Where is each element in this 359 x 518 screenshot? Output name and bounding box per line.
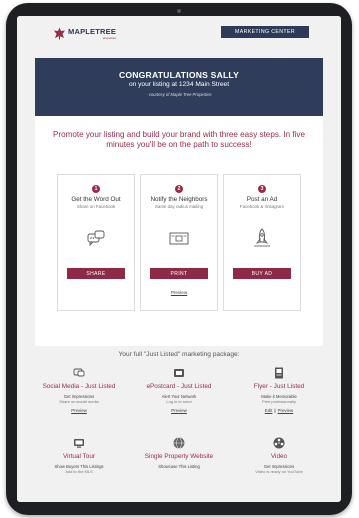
step-subtitle: Same day radius mailing <box>154 204 204 209</box>
envelope-card-icon <box>172 366 186 380</box>
hero-subtitle: on your listing at 1234 Main Street <box>128 81 230 88</box>
package-item-detail: Print professionally <box>262 399 296 404</box>
monitor-icon <box>72 436 86 450</box>
buy-ad-button[interactable]: BUY AD <box>233 268 291 279</box>
preview-link[interactable]: Preview <box>171 408 187 413</box>
globe-icon <box>172 436 186 450</box>
step-subtitle: Share on Facebook <box>76 204 116 209</box>
package-item-title: Video <box>270 453 288 460</box>
brand-logo[interactable]: MAPLETREE properties <box>53 27 116 40</box>
logo-text: MAPLETREE <box>68 27 117 36</box>
step-number: 2 <box>175 185 183 193</box>
preview-link[interactable]: Preview <box>278 408 294 413</box>
package-item-tagline: Showcase This Listing <box>158 464 200 469</box>
preview-link[interactable]: Preview <box>71 408 87 413</box>
preview-link[interactable]: Preview <box>141 290 217 295</box>
package-title: Your full "Just Listed" marketing packag… <box>118 351 240 358</box>
package-item-flyer[interactable]: Flyer - Just Listed Make it Memorable Pr… <box>229 366 329 413</box>
package-item-title: Flyer - Just Listed <box>253 383 305 390</box>
rocket-icon <box>251 227 273 249</box>
film-reel-icon <box>272 436 286 450</box>
print-button[interactable]: PRINT <box>150 268 208 279</box>
link-separator: | <box>274 408 276 413</box>
step-subtitle: Facebook & Instagram <box>239 204 285 209</box>
hero-credit: - courtesy of Maple Tree Properties <box>146 92 212 97</box>
marketing-center-button[interactable]: MARKETING CENTER <box>221 26 309 38</box>
package-item-title: Social Media - Just Listed <box>42 383 116 390</box>
package-item-website[interactable]: Single Property Website Showcase This Li… <box>129 436 229 469</box>
postcard-icon <box>168 227 190 249</box>
hero-title: CONGRATULATIONS SALLY <box>118 70 240 80</box>
share-button[interactable]: SHARE <box>67 268 125 279</box>
chat-icon <box>72 366 86 380</box>
package-item-title: Virtual Tour <box>62 453 96 460</box>
step-number: 3 <box>258 185 266 193</box>
step-number: 1 <box>92 185 100 193</box>
package-item-title: Single Property Website <box>144 453 214 460</box>
email-preview: MAPLETREE properties MARKETING CENTER CO… <box>17 16 341 502</box>
step-title: Post an Ad <box>246 196 278 203</box>
step-card-print: 2 Notify the Neighbors Same day radius m… <box>140 174 218 311</box>
package-item-epostcard[interactable]: ePostcard - Just Listed Alert Your Netwo… <box>129 366 229 413</box>
package-item-detail: Log in to send <box>166 399 192 404</box>
package-item-title: ePostcard - Just Listed <box>146 383 212 390</box>
chat-bubbles-icon <box>85 227 107 249</box>
flyer-icon <box>272 366 286 380</box>
package-item-video[interactable]: Video Get Impressions Video is ready on … <box>229 436 329 474</box>
package-item-detail: Video is ready on YouTube <box>255 469 303 474</box>
tablet-frame: MAPLETREE properties MARKETING CENTER CO… <box>6 3 352 515</box>
step-title: Get the Word Out <box>71 196 121 203</box>
step-title: Notify the Neighbors <box>150 196 208 203</box>
step-card-ad: 3 Post an Ad Facebook & Instagram BUY AD <box>223 174 301 311</box>
edit-link[interactable]: Edit <box>265 408 273 413</box>
hero-banner: CONGRATULATIONS SALLY on your listing at… <box>35 58 323 116</box>
logo-subtext: properties <box>102 36 117 40</box>
step-card-share: 1 Get the Word Out Share on Facebook SHA… <box>57 174 135 311</box>
promo-text: Promote your listing and build your bran… <box>53 130 305 149</box>
package-item-detail: Share on social media <box>59 399 99 404</box>
steps-row: 1 Get the Word Out Share on Facebook SHA… <box>57 174 301 311</box>
content-panel: Promote your listing and build your bran… <box>35 116 323 346</box>
package-item-detail: Add to the MLS <box>65 469 93 474</box>
package-item-social[interactable]: Social Media - Just Listed Get Impressio… <box>29 366 129 413</box>
maple-leaf-icon <box>53 27 66 40</box>
header: MAPLETREE properties MARKETING CENTER <box>17 16 341 56</box>
package-item-virtual-tour[interactable]: Virtual Tour Show Buyers This Listings A… <box>29 436 129 474</box>
